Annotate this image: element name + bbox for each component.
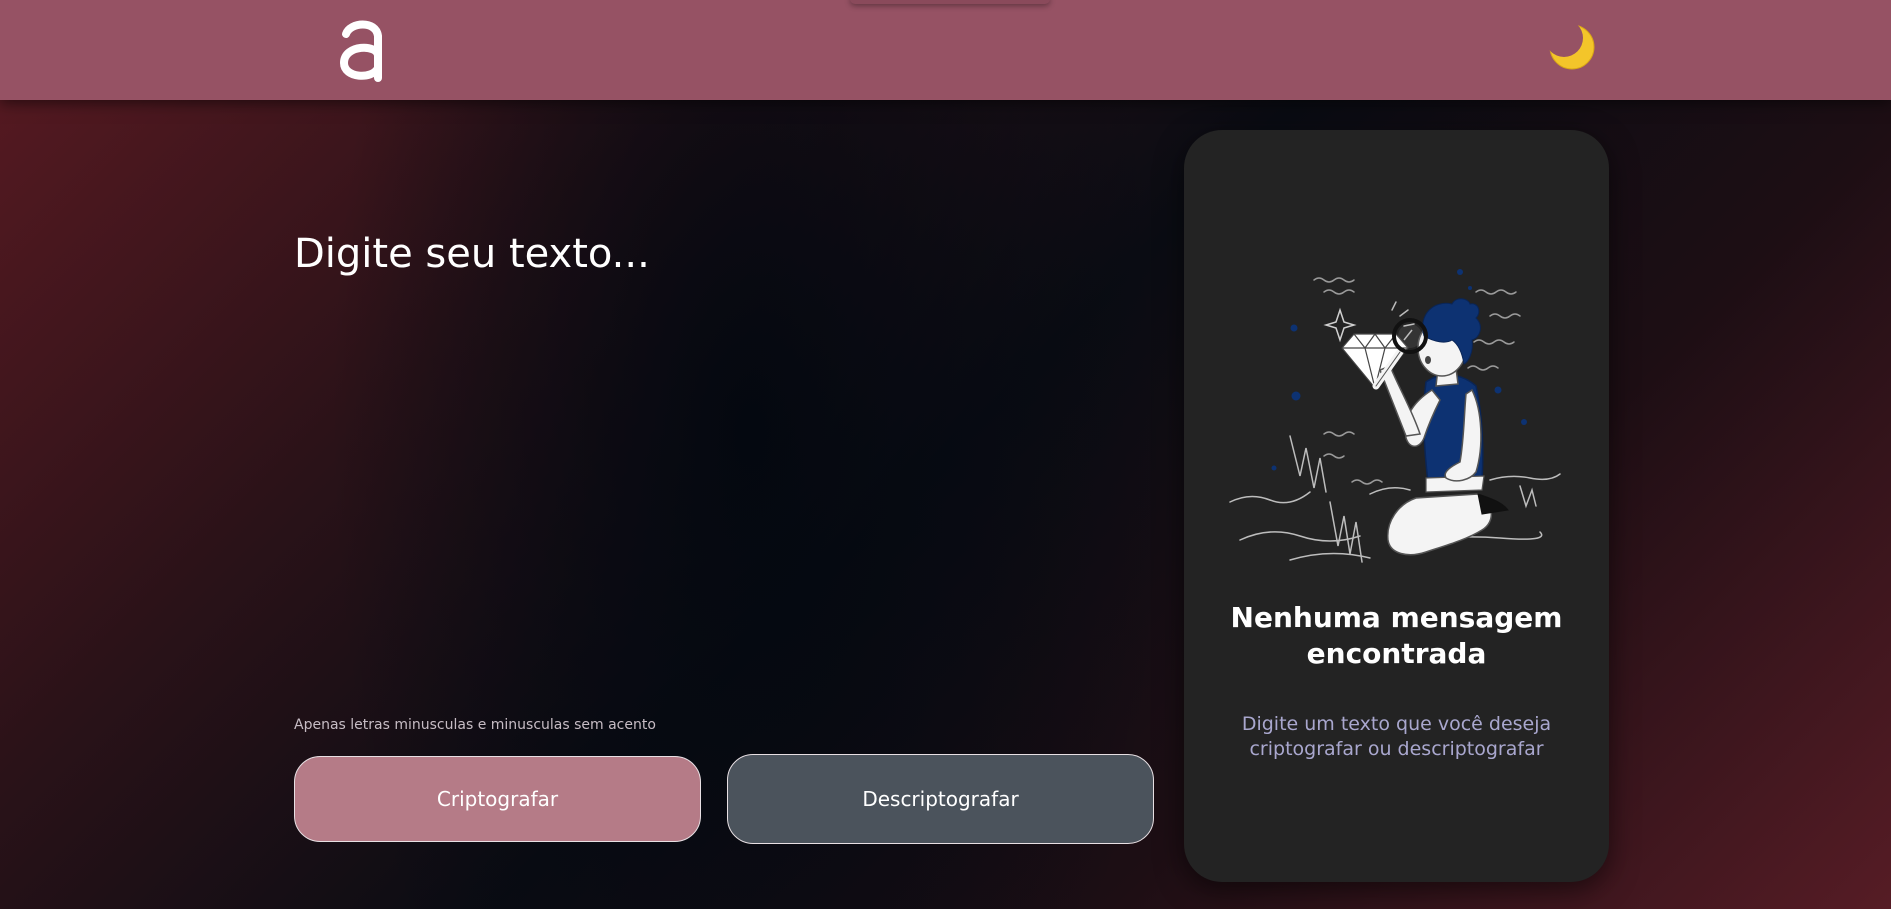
message-input[interactable] — [294, 218, 1124, 688]
header-tab-decoration — [850, 0, 1050, 4]
output-panel: Nenhuma mensagem encontrada Digite um te… — [1184, 130, 1609, 882]
input-hint-text: Apenas letras minusculas e minusculas se… — [294, 717, 656, 733]
encrypt-button[interactable]: Criptografar — [294, 756, 701, 842]
empty-state-description: Digite um texto que você deseja criptogr… — [1241, 713, 1552, 760]
letter-a-logo-icon[interactable] — [338, 16, 386, 82]
person-searching-with-magnifier-illustration — [1229, 269, 1561, 563]
decrypt-button[interactable]: Descriptografar — [727, 754, 1154, 844]
crescent-moon-icon[interactable] — [1544, 20, 1596, 72]
empty-state-title: Nenhuma mensagem encontrada — [1230, 601, 1563, 670]
top-header — [0, 0, 1891, 100]
